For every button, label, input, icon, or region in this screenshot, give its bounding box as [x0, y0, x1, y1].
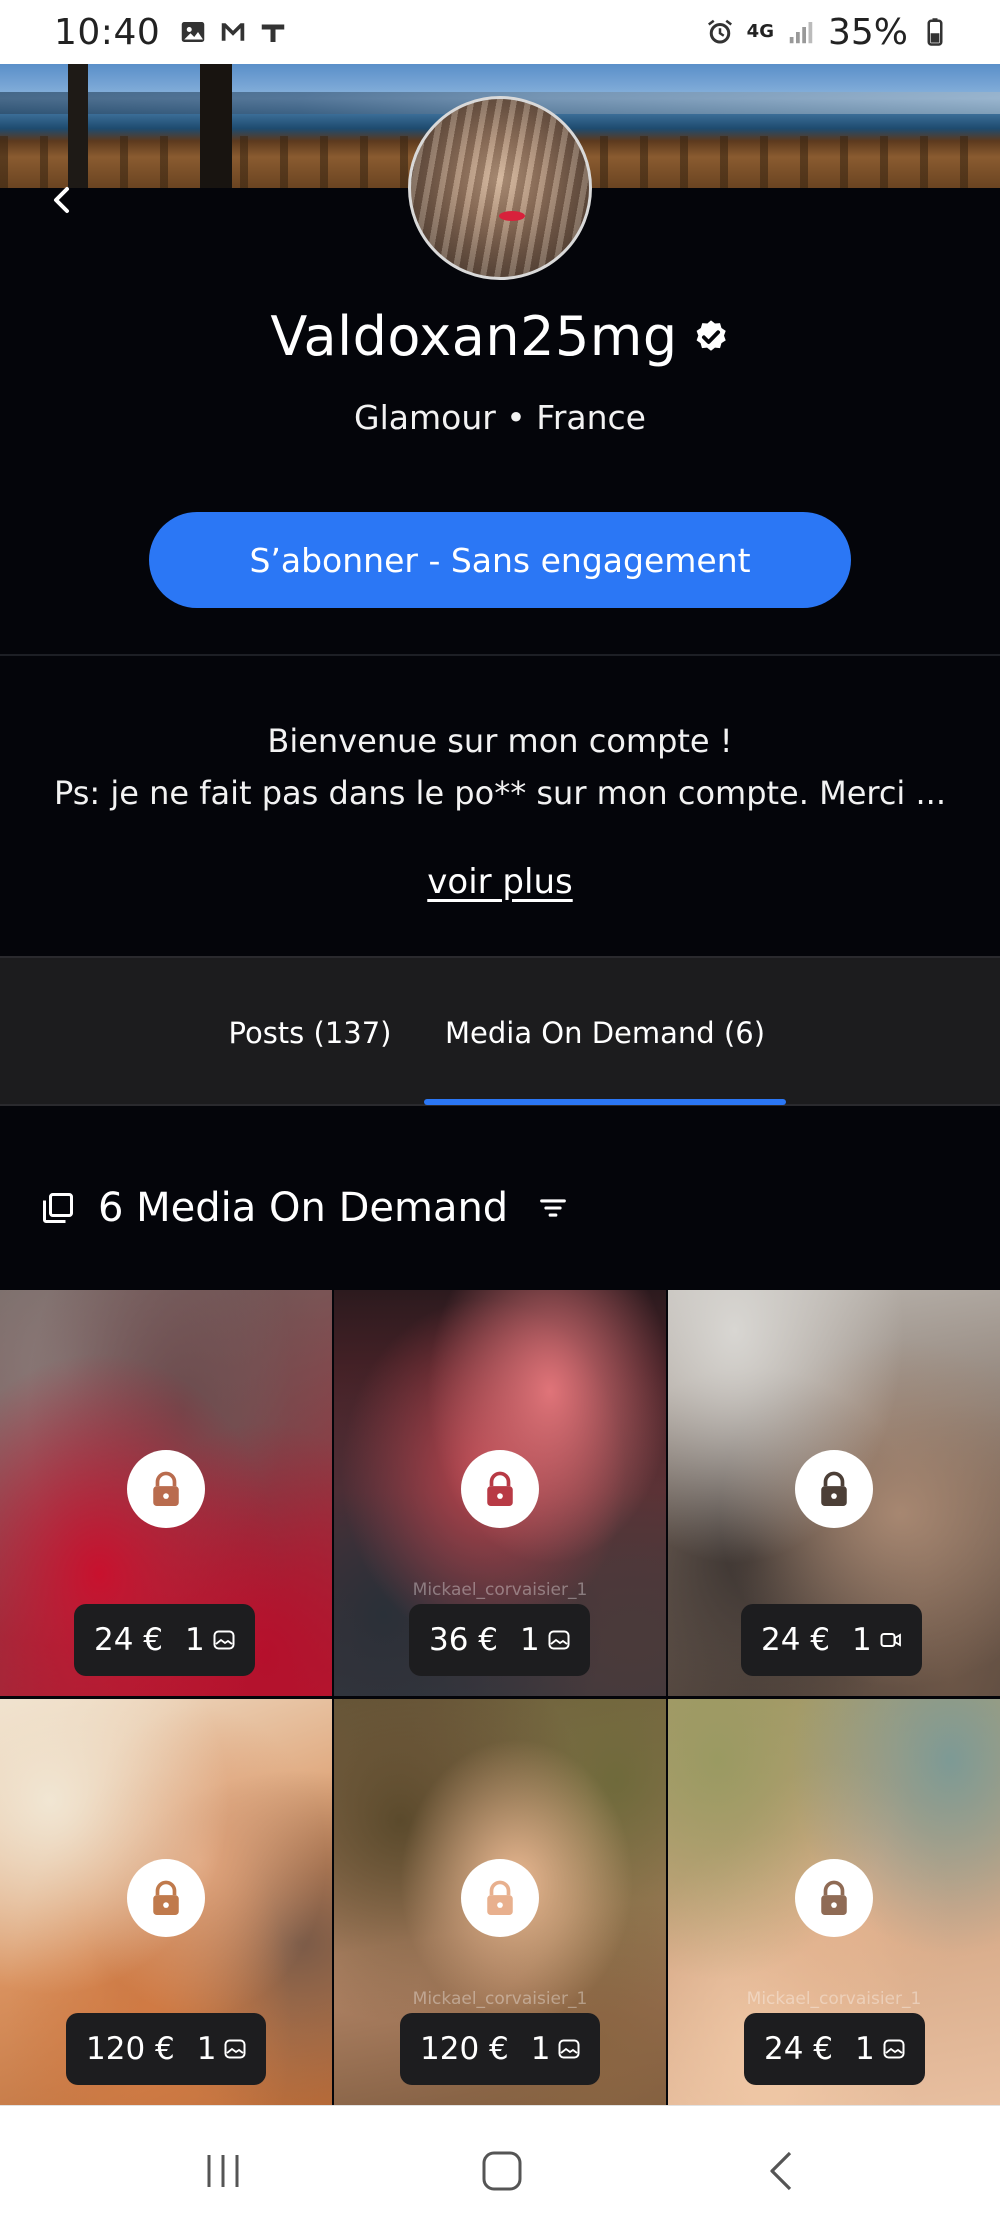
- lock-icon: [487, 1471, 513, 1506]
- lock-button[interactable]: [127, 1450, 205, 1528]
- system-navigation-bar: [0, 2105, 1000, 2230]
- avatar-hair: [411, 99, 589, 277]
- back-system-button[interactable]: [747, 2136, 817, 2206]
- media-count-value: 1: [852, 1622, 872, 1658]
- media-price: 24 €: [764, 2031, 834, 2067]
- cover-palm: [68, 64, 88, 188]
- media-price: 24 €: [761, 1622, 831, 1658]
- status-bar: 10:40 4G 35%: [0, 0, 1000, 64]
- profile-category-location: Glamour • France: [354, 398, 646, 437]
- profile-name: Valdoxan25mg: [270, 305, 678, 368]
- home-icon: [482, 2151, 522, 2191]
- media-tile[interactable]: 24 € 1: [668, 1290, 1000, 1696]
- lock-icon: [487, 1880, 513, 1915]
- status-notification-icons: [178, 17, 288, 47]
- media-price: 24 €: [94, 1622, 164, 1658]
- media-count: 1: [520, 1622, 570, 1658]
- section-title: 6 Media On Demand: [98, 1185, 509, 1231]
- active-tab-indicator: [424, 1099, 786, 1105]
- media-tile[interactable]: Mickael_corvaisier_1 24 € 1: [668, 1699, 1000, 2105]
- see-more-link[interactable]: voir plus: [0, 862, 1000, 902]
- recent-apps-button[interactable]: [188, 2136, 258, 2206]
- network-indicator: 4G: [746, 21, 774, 42]
- verified-badge-icon: [696, 319, 726, 351]
- subscribe-button[interactable]: S’abonner - Sans engagement: [149, 512, 851, 608]
- back-button[interactable]: [42, 180, 82, 220]
- battery-icon: [927, 18, 943, 46]
- gallery-icon: [182, 22, 205, 42]
- tab-bar: Posts (137) Media On Demand (6): [0, 956, 1000, 1106]
- image-icon: [224, 2039, 246, 2059]
- status-right: 4G 35%: [705, 12, 950, 53]
- app-icon: [262, 24, 285, 42]
- lock-icon: [153, 1471, 179, 1506]
- lock-button[interactable]: [795, 1859, 873, 1937]
- media-count-value: 1: [185, 1622, 205, 1658]
- section-header: 6 Media On Demand: [40, 1185, 570, 1231]
- media-price: 120 €: [86, 2031, 175, 2067]
- back-icon: [770, 2151, 792, 2191]
- image-icon: [883, 2039, 905, 2059]
- cover-palm: [200, 64, 232, 188]
- tab-media-on-demand[interactable]: Media On Demand (6): [424, 958, 786, 1108]
- price-pill: 24 € 1: [741, 1604, 922, 1676]
- media-count: 1: [852, 1622, 902, 1658]
- status-left: 10:40: [54, 12, 288, 53]
- media-count: 1: [531, 2031, 581, 2067]
- image-icon: [213, 1630, 235, 1650]
- price-pill: 120 € 1: [400, 2013, 601, 2085]
- lock-icon: [153, 1880, 179, 1915]
- lock-button[interactable]: [461, 1859, 539, 1937]
- media-grid: 24 € 1 Mickael_corvaisier_1 36 € 1 24 €: [0, 1290, 1000, 2105]
- price-pill: 120 € 1: [66, 2013, 267, 2085]
- signal-icon: [789, 22, 813, 44]
- recent-apps-icon: [207, 2155, 239, 2187]
- media-tile[interactable]: Mickael_corvaisier_1 120 € 1: [334, 1699, 666, 2105]
- media-tile[interactable]: 24 € 1: [0, 1290, 332, 1696]
- media-stack-icon: [43, 1193, 73, 1223]
- media-count: 1: [185, 1622, 235, 1658]
- lock-button[interactable]: [795, 1450, 873, 1528]
- home-button[interactable]: [467, 2136, 537, 2206]
- chevron-left-icon: [54, 187, 69, 213]
- media-watermark: Mickael_corvaisier_1: [746, 1989, 922, 2009]
- lock-button[interactable]: [461, 1450, 539, 1528]
- avatar-lips: [499, 211, 525, 221]
- video-icon: [880, 1633, 901, 1647]
- status-time: 10:40: [54, 11, 161, 53]
- tab-posts[interactable]: Posts (137): [200, 958, 420, 1108]
- price-pill: 24 € 1: [74, 1604, 255, 1676]
- media-tile[interactable]: 120 € 1: [0, 1699, 332, 2105]
- filter-icon[interactable]: [536, 1191, 570, 1225]
- media-count-value: 1: [530, 2031, 551, 2067]
- image-icon: [548, 1630, 570, 1650]
- profile-name-row: Valdoxan25mg: [0, 305, 1000, 368]
- media-price: 36 €: [429, 1622, 499, 1658]
- media-watermark: Mickael_corvaisier_1: [412, 1989, 588, 2009]
- lock-button[interactable]: [127, 1859, 205, 1937]
- divider: [0, 654, 1000, 656]
- media-count-value: 1: [855, 2031, 875, 2067]
- bio-line-1: Bienvenue sur mon compte !: [267, 722, 733, 760]
- alarm-icon: [707, 19, 732, 44]
- media-price: 120 €: [420, 2031, 509, 2067]
- price-pill: 36 € 1: [409, 1604, 590, 1676]
- lock-icon: [821, 1471, 847, 1506]
- media-count-value: 1: [520, 1622, 540, 1658]
- media-watermark: Mickael_corvaisier_1: [412, 1580, 588, 1600]
- avatar[interactable]: [408, 96, 592, 280]
- gmail-icon: [222, 23, 245, 41]
- media-count-value: 1: [196, 2031, 217, 2067]
- media-tile[interactable]: Mickael_corvaisier_1 36 € 1: [334, 1290, 666, 1696]
- image-icon: [558, 2039, 580, 2059]
- media-count: 1: [197, 2031, 247, 2067]
- lock-icon: [821, 1880, 847, 1915]
- bio-line-2: Ps: je ne fait pas dans le po** sur mon …: [54, 774, 946, 812]
- battery-percent: 35%: [827, 11, 908, 53]
- price-pill: 24 € 1: [744, 2013, 925, 2085]
- media-count: 1: [855, 2031, 905, 2067]
